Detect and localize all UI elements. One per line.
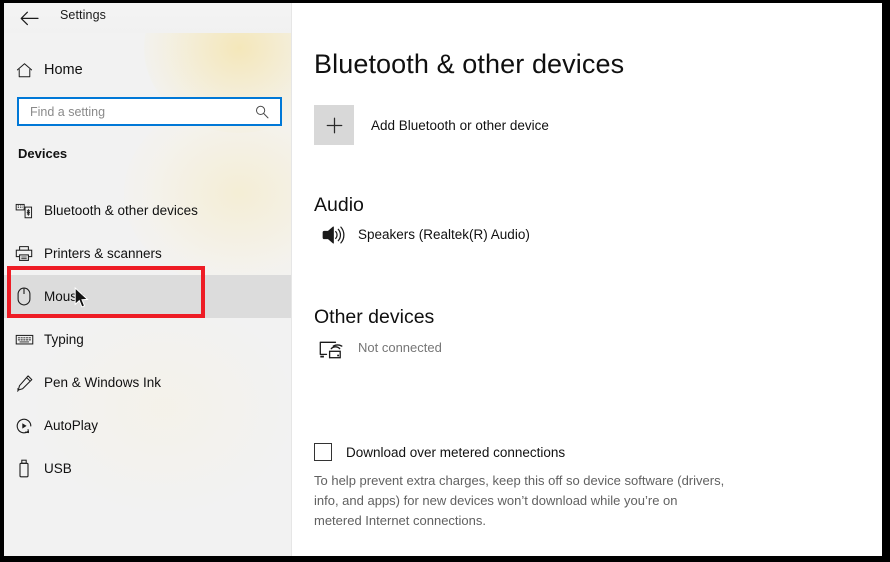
mouse-icon [4, 287, 44, 306]
sidebar-item-printers-scanners[interactable]: Printers & scanners [4, 232, 291, 275]
home-icon [4, 62, 44, 79]
section-title-audio: Audio [314, 194, 364, 216]
metered-connections-row[interactable]: Download over metered connections [314, 443, 565, 461]
sidebar-item-label: Printers & scanners [44, 246, 162, 261]
sidebar-item-label: Mouse [44, 289, 85, 304]
sidebar-item-list: Bluetooth & other devices Printers & sca… [4, 189, 291, 490]
search-input[interactable] [28, 103, 247, 120]
sidebar-item-typing[interactable]: Typing [4, 318, 291, 361]
settings-navigation-pane: Settings Home Find a setting Devices Blu… [4, 3, 291, 556]
sidebar-group-header: Devices [18, 146, 68, 161]
plus-icon [314, 105, 354, 145]
keyboard-icon [4, 333, 44, 346]
sidebar-item-home[interactable]: Home [4, 55, 291, 85]
device-text: Not connected [358, 339, 442, 357]
back-arrow-icon[interactable] [12, 3, 46, 33]
device-row-wireless-display[interactable]: Not connected [314, 339, 442, 363]
printer-icon [4, 245, 44, 262]
app-title: Settings [60, 8, 106, 22]
sidebar-item-label: USB [44, 461, 72, 476]
autoplay-icon [4, 417, 44, 435]
sidebar-item-label: Pen & Windows Ink [44, 375, 162, 390]
metered-connections-label: Download over metered connections [346, 444, 566, 460]
sidebar-item-label: Typing [44, 332, 84, 347]
usb-icon [4, 459, 44, 478]
device-row-speakers[interactable]: Speakers (Realtek(R) Audio) [314, 224, 530, 246]
settings-window: Settings Home Find a setting Devices Blu… [4, 3, 882, 556]
metered-connections-description: To help prevent extra charges, keep this… [314, 473, 725, 528]
section-title-other-devices: Other devices [314, 306, 435, 328]
device-status: Not connected [358, 340, 442, 355]
sidebar-item-home-label: Home [44, 62, 83, 78]
bluetooth-devices-icon [4, 203, 44, 219]
search-box[interactable] [17, 97, 282, 126]
add-bluetooth-device-label: Add Bluetooth or other device [371, 117, 549, 133]
pen-icon [4, 374, 44, 392]
sidebar-item-autoplay[interactable]: AutoPlay [4, 404, 291, 447]
sidebar-item-mouse[interactable]: Mouse [4, 275, 291, 318]
speaker-icon [314, 224, 350, 246]
page-title: Bluetooth & other devices [314, 49, 625, 79]
settings-title-bar: Settings [4, 3, 291, 33]
settings-content-pane: Bluetooth & other devices Add Bluetooth … [292, 3, 882, 556]
wireless-display-icon [314, 339, 350, 363]
search-icon[interactable] [249, 99, 275, 124]
device-text: Speakers (Realtek(R) Audio) [358, 226, 530, 244]
sidebar-item-label: Bluetooth & other devices [44, 203, 198, 218]
device-name: Speakers (Realtek(R) Audio) [358, 227, 530, 242]
sidebar-item-label: AutoPlay [44, 418, 99, 433]
metered-connections-checkbox[interactable] [314, 443, 332, 461]
add-bluetooth-device-button[interactable]: Add Bluetooth or other device [314, 105, 549, 145]
sidebar-item-usb[interactable]: USB [4, 447, 291, 490]
sidebar-item-pen-windows-ink[interactable]: Pen & Windows Ink [4, 361, 291, 404]
sidebar-item-bluetooth-other-devices[interactable]: Bluetooth & other devices [4, 189, 291, 232]
screenshot-frame: Settings Home Find a setting Devices Blu… [0, 0, 890, 562]
